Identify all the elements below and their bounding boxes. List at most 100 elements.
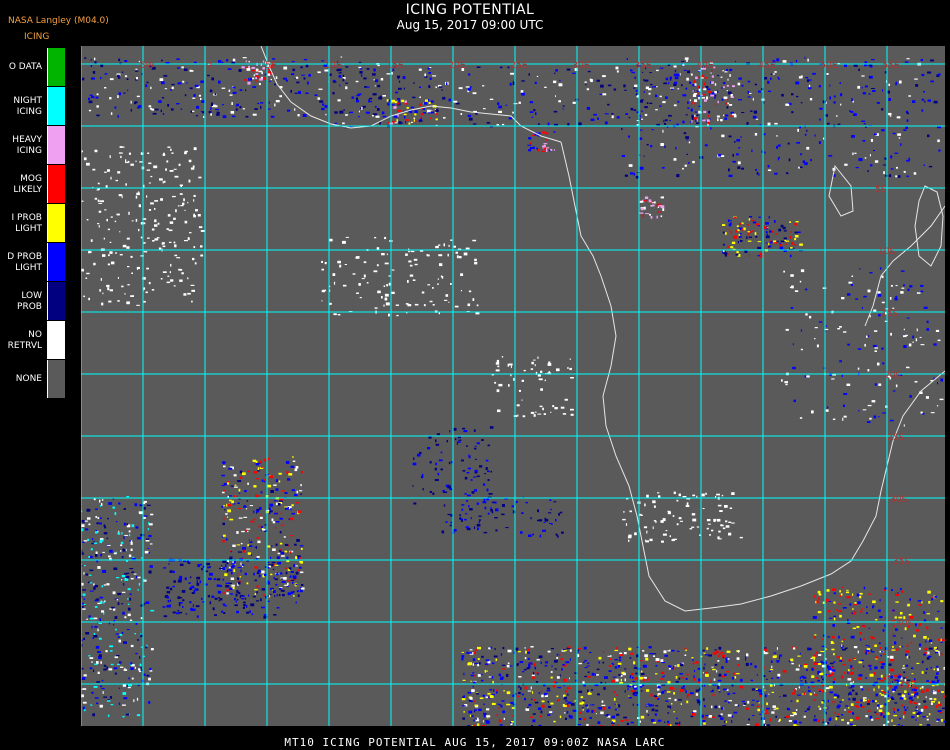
- icing-pixel: [405, 253, 408, 256]
- icing-pixel: [245, 604, 248, 608]
- icing-pixel: [162, 154, 166, 156]
- icing-pixel: [639, 200, 643, 203]
- icing-pixel: [95, 645, 100, 649]
- icing-pixel: [239, 106, 242, 109]
- icing-pixel: [564, 398, 568, 401]
- icing-pixel: [818, 85, 821, 88]
- icing-pixel: [530, 147, 534, 149]
- icing-pixel: [683, 132, 687, 135]
- icing-pixel: [923, 306, 928, 309]
- icing-pixel: [652, 500, 656, 504]
- icing-pixel: [393, 115, 398, 118]
- icing-pixel: [809, 315, 812, 319]
- icing-pixel: [694, 99, 698, 103]
- icing-pixel: [739, 536, 743, 539]
- icing-pixel: [928, 655, 932, 658]
- icing-pixel: [425, 99, 429, 102]
- icing-pixel: [868, 627, 871, 629]
- icing-pixel: [88, 615, 91, 618]
- icing-pixel: [550, 702, 554, 705]
- icing-pixel: [921, 73, 925, 77]
- icing-pixel: [221, 505, 224, 508]
- icing-pixel: [467, 691, 472, 694]
- legend-label-line: NO: [28, 329, 42, 340]
- icing-pixel: [95, 531, 98, 534]
- icing-pixel: [664, 123, 667, 125]
- icing-pixel: [560, 658, 563, 661]
- icing-pixel: [560, 406, 565, 409]
- icing-pixel: [550, 148, 553, 151]
- icing-pixel: [705, 492, 707, 495]
- icing-pixel: [630, 672, 634, 676]
- icing-pixel: [871, 651, 875, 653]
- icing-pixel: [222, 578, 225, 581]
- icing-pixel: [643, 676, 647, 679]
- icing-pixel: [653, 695, 658, 697]
- icing-pixel: [269, 80, 271, 82]
- icing-pixel: [262, 528, 266, 531]
- icing-pixel: [208, 577, 212, 580]
- icing-pixel: [568, 714, 572, 718]
- icing-pixel: [649, 102, 653, 104]
- icing-pixel: [270, 115, 275, 118]
- icing-pixel: [533, 109, 536, 112]
- icing-pixel: [815, 600, 817, 604]
- icing-pixel: [821, 645, 825, 648]
- icing-pixel: [539, 715, 543, 718]
- icing-pixel: [460, 290, 462, 292]
- icing-pixel: [604, 113, 609, 115]
- map-title: ICING POTENTIAL: [405, 2, 535, 18]
- icing-pixel: [170, 148, 172, 151]
- icing-pixel: [507, 363, 509, 367]
- icing-pixel: [624, 174, 628, 177]
- icing-pixel: [487, 479, 490, 481]
- icing-pixel: [342, 240, 346, 244]
- icing-pixel: [776, 135, 778, 137]
- icing-pixel: [540, 370, 543, 373]
- icing-pixel: [289, 576, 291, 578]
- icing-pixel: [128, 684, 132, 687]
- icing-pixel: [125, 159, 127, 163]
- icing-pixel: [871, 88, 875, 89]
- icing-pixel: [893, 708, 895, 712]
- icing-pixel: [89, 574, 92, 576]
- icing-pixel: [901, 704, 903, 707]
- icing-pixel: [527, 144, 532, 146]
- icing-pixel: [706, 647, 709, 650]
- icing-pixel: [501, 664, 506, 666]
- icing-pixel: [840, 93, 843, 97]
- icing-pixel: [466, 500, 468, 502]
- icing-pixel: [717, 118, 719, 122]
- icing-pixel: [507, 662, 510, 665]
- icing-pixel: [908, 157, 911, 160]
- icing-pixel: [811, 410, 814, 414]
- icing-pixel: [711, 81, 714, 84]
- legend-label-line: I PROB: [11, 212, 42, 223]
- icing-pixel: [833, 592, 836, 595]
- icing-pixel: [102, 292, 104, 295]
- icing-pixel: [800, 329, 803, 332]
- icing-pixel: [704, 87, 706, 89]
- icing-pixel: [103, 696, 107, 698]
- icing-pixel: [895, 384, 898, 388]
- icing-pixel: [94, 625, 97, 628]
- icing-pixel: [476, 66, 481, 68]
- icing-pixel: [118, 92, 121, 96]
- icing-pixel: [384, 236, 387, 240]
- icing-pixel: [891, 719, 893, 722]
- icing-pixel: [559, 79, 561, 82]
- icing-pixel: [472, 672, 475, 674]
- icing-pixel: [791, 692, 796, 695]
- icing-pixel: [547, 706, 552, 708]
- icing-pixel: [550, 676, 553, 679]
- icing-pixel: [101, 687, 105, 690]
- icing-pixel: [285, 461, 290, 464]
- icing-pixel: [263, 593, 265, 597]
- icing-pixel: [189, 601, 192, 604]
- icing-pixel: [797, 694, 801, 696]
- icing-pixel: [679, 673, 684, 675]
- icing-pixel: [808, 84, 811, 88]
- icing-pixel: [413, 502, 417, 505]
- icing-pixel: [833, 693, 838, 697]
- icing-pixel: [110, 704, 114, 706]
